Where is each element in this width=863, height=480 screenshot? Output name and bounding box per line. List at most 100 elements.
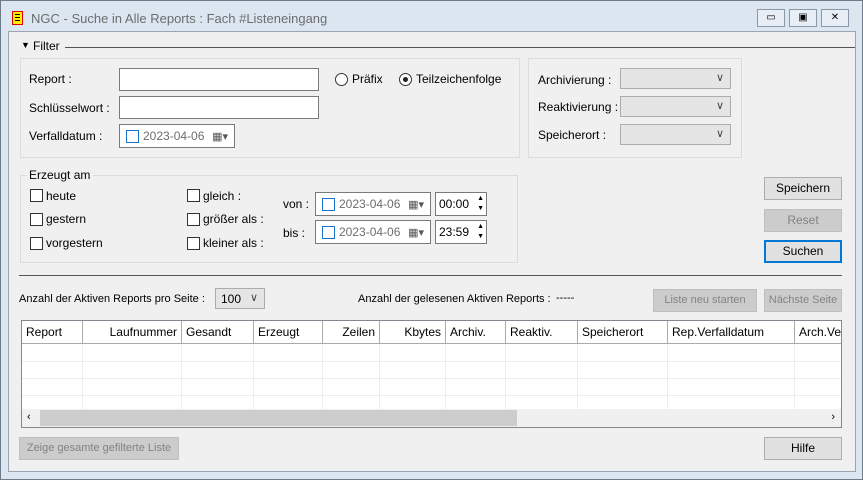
checkbox[interactable] <box>126 130 139 143</box>
time-value: 23:59 <box>439 225 470 239</box>
column-header[interactable]: Gesandt <box>182 321 254 344</box>
archiving-select[interactable]: ∨ <box>620 68 731 89</box>
calendar-icon[interactable]: ▦▾ <box>212 130 228 143</box>
restart-list-button[interactable]: Liste neu starten <box>653 289 757 312</box>
today-label: heute <box>46 189 77 203</box>
grid-line <box>181 344 182 409</box>
day-before-checkbox[interactable] <box>30 237 43 250</box>
day-before-label: vorgestern <box>46 236 103 250</box>
column-header[interactable]: Archiv. <box>446 321 506 344</box>
prefix-label: Präfix <box>352 72 383 86</box>
to-time-spinner[interactable]: 23:59 ▲ ▼ <box>435 220 487 244</box>
column-header[interactable]: Zeilen <box>323 321 380 344</box>
chevron-down-icon: ∨ <box>715 128 724 140</box>
column-header[interactable]: Erzeugt <box>254 321 323 344</box>
next-page-button[interactable]: Nächste Seite <box>764 289 842 312</box>
grid-line <box>253 344 254 409</box>
minimize-button[interactable]: ▭ <box>757 9 785 27</box>
maximize-button[interactable]: ▣ <box>789 9 817 27</box>
from-time-spinner[interactable]: 00:00 ▲ ▼ <box>435 192 487 216</box>
column-header[interactable]: Report <box>22 321 83 344</box>
window-title: NGC - Suche in Alle Reports : Fach #List… <box>31 11 328 26</box>
reactivation-select[interactable]: ∨ <box>620 96 731 117</box>
show-all-button[interactable]: Zeige gesamte gefilterte Liste <box>19 437 179 460</box>
column-header[interactable]: Speicherort <box>578 321 668 344</box>
grid-line <box>505 344 506 409</box>
grid-line <box>577 344 578 409</box>
collapse-icon[interactable]: ▼ <box>21 40 30 50</box>
spin-arrows-icon[interactable]: ▲ ▼ <box>477 222 484 242</box>
chevron-down-icon: ∨ <box>249 292 258 304</box>
keyword-input[interactable] <box>119 96 319 119</box>
read-count-label: Anzahl der gelesenen Aktiven Reports : <box>358 293 551 305</box>
column-header[interactable]: Reaktiv. <box>506 321 578 344</box>
grid-line <box>322 344 323 409</box>
table-row[interactable] <box>22 361 841 362</box>
help-button[interactable]: Hilfe <box>764 437 842 460</box>
spin-arrows-icon[interactable]: ▲ ▼ <box>477 194 484 214</box>
per-page-select[interactable]: 100 ∨ <box>215 288 265 309</box>
date-value: 2023-04-06 <box>339 225 401 239</box>
keyword-label: Schlüsselwort : <box>29 101 110 115</box>
equal-label: gleich : <box>203 189 242 203</box>
app-icon <box>12 11 23 25</box>
checkbox[interactable] <box>322 226 335 239</box>
table-row[interactable] <box>22 395 841 396</box>
divider <box>19 275 842 276</box>
chevron-down-icon: ∨ <box>715 72 724 84</box>
less-label: kleiner als : <box>203 236 264 250</box>
grid-line <box>667 344 668 409</box>
substring-radio[interactable] <box>399 73 412 86</box>
scroll-right-icon[interactable]: › <box>831 411 835 423</box>
scrollbar-thumb[interactable] <box>40 410 517 426</box>
time-value: 00:00 <box>439 197 470 211</box>
calendar-icon[interactable]: ▦▾ <box>408 198 424 211</box>
table-row[interactable] <box>22 378 841 379</box>
close-button[interactable]: ✕ <box>821 9 849 27</box>
equal-checkbox[interactable] <box>187 189 200 202</box>
report-input[interactable] <box>119 68 319 91</box>
expiry-date-picker[interactable]: 2023-04-06 ▦▾ <box>119 124 235 148</box>
grid-line <box>445 344 446 409</box>
per-page-value: 100 <box>221 292 242 306</box>
horizontal-scrollbar[interactable]: ‹ › <box>22 409 841 427</box>
read-count-value: ----- <box>556 292 575 304</box>
date-value: 2023-04-06 <box>143 129 205 143</box>
greater-checkbox[interactable] <box>187 213 200 226</box>
storage-select[interactable]: ∨ <box>620 124 731 145</box>
chevron-down-icon: ∨ <box>715 100 724 112</box>
today-checkbox[interactable] <box>30 189 43 202</box>
reset-button[interactable]: Reset <box>764 209 842 232</box>
storage-label: Speicherort : <box>538 128 607 142</box>
prefix-radio[interactable] <box>335 73 348 86</box>
expiry-label: Verfalldatum : <box>29 129 103 143</box>
from-label: von : <box>283 197 310 211</box>
checkbox[interactable] <box>322 198 335 211</box>
to-label: bis : <box>283 226 306 240</box>
to-date-picker[interactable]: 2023-04-06 ▦▾ <box>315 220 431 244</box>
per-page-label: Anzahl der Aktiven Reports pro Seite : <box>19 293 205 305</box>
from-date-picker[interactable]: 2023-04-06 ▦▾ <box>315 192 431 216</box>
archiving-label: Archivierung : <box>538 73 612 87</box>
grid-line <box>379 344 380 409</box>
created-label: Erzeugt am <box>26 168 94 182</box>
yesterday-checkbox[interactable] <box>30 213 43 226</box>
less-checkbox[interactable] <box>187 237 200 250</box>
substring-label: Teilzeichenfolge <box>416 72 502 86</box>
column-header[interactable]: Rep.Verfalldatum <box>668 321 795 344</box>
calendar-icon[interactable]: ▦▾ <box>408 226 424 239</box>
search-button[interactable]: Suchen <box>764 240 842 263</box>
reactivation-label: Reaktivierung : <box>538 100 619 114</box>
column-header[interactable]: Kbytes <box>380 321 446 344</box>
column-header[interactable]: Laufnummer <box>83 321 182 344</box>
report-label: Report : <box>29 72 72 86</box>
report-table[interactable]: Report Laufnummer Gesandt Erzeugt Zeilen Kbyt… <box>21 320 842 428</box>
yesterday-label: gestern <box>46 212 87 226</box>
divider <box>65 47 855 48</box>
filter-label: Filter <box>33 39 60 53</box>
scroll-left-icon[interactable]: ‹ <box>27 411 31 423</box>
save-button[interactable]: Speichern <box>764 177 842 200</box>
grid-line <box>794 344 795 409</box>
column-header[interactable]: Arch.Ve <box>795 321 841 344</box>
grid-line <box>82 344 83 409</box>
